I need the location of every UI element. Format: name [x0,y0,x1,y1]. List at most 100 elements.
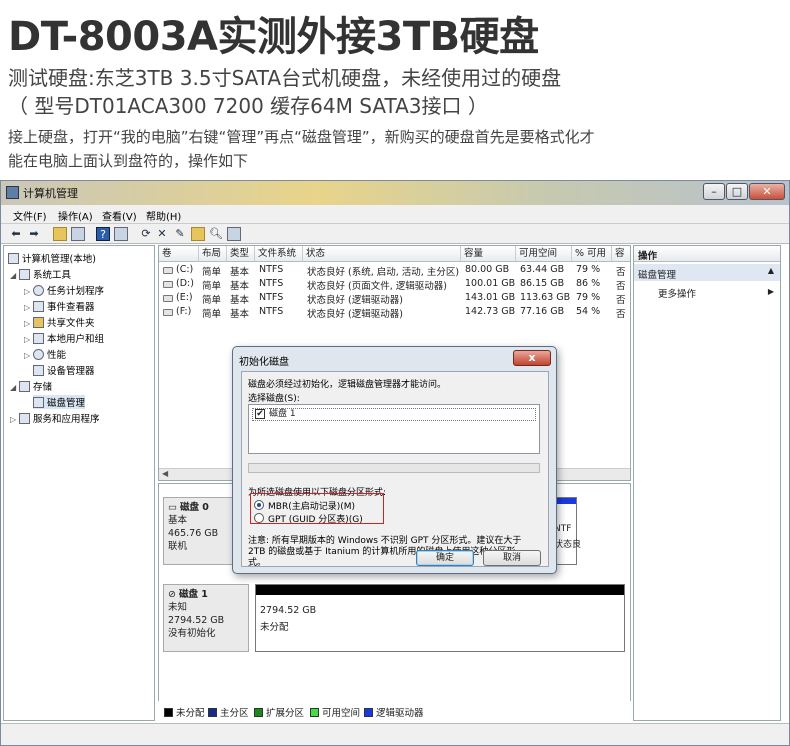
refresh-icon[interactable]: ⟳ [139,227,153,241]
column-header-percent-free[interactable]: % 可用 [572,246,612,262]
ok-button[interactable]: 确定 [416,550,474,566]
open-folder-icon[interactable] [191,227,205,241]
tree-item-task-scheduler[interactable]: ▷ 任务计划程序 [24,283,104,297]
tree-item-device-manager[interactable]: 设备管理器 [33,363,95,377]
event-viewer-icon [33,301,44,312]
computer-management-window: 计算机管理 – □ ✕ 文件(F) 操作(A) 查看(V) 帮助(H) ⬅ ➡ … [0,180,790,746]
volume-icon [163,309,173,316]
column-header-fault-tolerance[interactable]: 容 [612,246,630,262]
dialog-message: 磁盘必须经过初始化，逻辑磁盘管理器才能访问。 [248,380,447,390]
promo-paragraph-line1: 接上硬盘，打开“我的电脑”右键“管理”再点“磁盘管理”，新购买的硬盘首先是要格式… [8,128,595,146]
back-icon[interactable]: ⬅ [9,227,23,241]
promo-paragraph-line2: 能在电脑上面认到盘符的，操作如下 [8,152,249,170]
forward-icon[interactable]: ➡ [27,227,41,241]
toolbar: ⬅ ➡ ? ⟳ ✕ ✎ 🔍︎ [1,224,789,244]
disk1-name: 磁盘 1 [178,589,208,600]
disk-list-scrollbar[interactable] [248,463,540,473]
column-header-volume[interactable]: 卷 [159,246,199,262]
dialog-close-button[interactable]: x [513,350,551,366]
tree-item-disk-management[interactable]: 磁盘管理 [33,395,86,409]
help-icon[interactable]: ? [96,227,110,241]
tree-item-root[interactable]: 计算机管理(本地) [8,251,96,265]
menu-file[interactable]: 文件(F) [13,208,47,223]
legend-item: 逻辑驱动器 [364,705,424,719]
disk1-type: 未知 [168,602,188,613]
actions-section-disk-management[interactable]: 磁盘管理 ▲ [634,264,780,281]
tree-item-shared-folders[interactable]: ▷ 共享文件夹 [24,315,95,329]
more-actions-link[interactable]: 更多操作 [658,286,696,300]
storage-icon [19,381,30,392]
legend-item: 未分配 [164,705,205,719]
gpt-radio[interactable] [254,513,264,523]
disk0-partition-status: 状态良 [554,540,582,550]
scroll-left-icon[interactable]: ◀ [162,469,168,478]
menu-view[interactable]: 查看(V) [102,208,137,223]
minimize-button[interactable]: – [703,183,725,200]
gpt-label[interactable]: GPT (GUID 分区表)(G) [268,512,363,525]
tree-item-event-viewer[interactable]: ▷ 事件查看器 [24,299,95,313]
navigation-tree: 计算机管理(本地) ◢ 系统工具 ▷ 任务计划程序 ▷ 事件查看器 ▷ 共享文件夹 ▷ 本… [3,245,155,721]
column-header-layout[interactable]: 布局 [199,246,227,262]
column-header-status[interactable]: 状态 [303,246,461,262]
disk-select-item[interactable]: ✔ 磁盘 1 [252,408,536,421]
show-hide-tree-icon[interactable] [71,227,85,241]
shared-folder-icon [33,317,44,328]
delete-icon[interactable]: ✕ [155,227,169,241]
disk-uninitialized-icon: ⊘ [168,589,179,600]
disk1-checkbox[interactable]: ✔ [255,409,265,419]
column-header-filesystem[interactable]: 文件系统 [255,246,303,262]
disk1-label[interactable]: ⊘ 磁盘 1 未知 2794.52 GB 没有初始化 [163,584,249,652]
legend-item: 可用空间 [310,705,360,719]
close-button[interactable]: ✕ [749,183,785,200]
promo-subtitle-line2: （ 型号DT01ACA300 7200 缓存64M SATA3接口 ） [8,94,488,118]
clock-icon [33,285,44,296]
disk-icon: ▭ [168,502,180,513]
status-bar [1,723,789,745]
column-header-type[interactable]: 类型 [227,246,255,262]
rename-icon[interactable]: ✎ [173,227,187,241]
dialog-note-line2: 2TB 的磁盘或基于 Itanium 的计算机所用的磁盘上使用这种分区形 [248,547,516,557]
volume-icon [163,281,173,288]
legend: 未分配 主分区 扩展分区 可用空间 逻辑驱动器 [158,701,631,721]
disk1-size: 2794.52 GB [168,615,225,626]
menu-action[interactable]: 操作(A) [58,208,93,223]
services-icon [19,413,30,424]
tree-item-storage[interactable]: ◢ 存储 [10,379,52,393]
window-title: 计算机管理 [23,187,78,200]
mbr-radio[interactable] [254,500,264,510]
tree-item-local-users[interactable]: ▷ 本地用户和组 [24,331,104,345]
chevron-right-icon[interactable]: ▶ [768,287,774,296]
tree-item-services[interactable]: ▷ 服务和应用程序 [10,411,100,425]
window-titlebar[interactable]: 计算机管理 – □ ✕ [1,181,789,205]
cancel-button[interactable]: 取消 [483,550,541,566]
computer-management-icon [6,186,19,199]
device-manager-icon [33,365,44,376]
dialog-title: 初始化磁盘 [239,357,289,368]
up-folder-icon[interactable] [53,227,67,241]
initialize-disk-dialog: 初始化磁盘 x 磁盘必须经过初始化，逻辑磁盘管理器才能访问。 选择磁盘(S): … [232,346,557,574]
disk-management-icon [33,397,44,408]
disk1-unallocated-region[interactable]: 2794.52 GB 未分配 [255,584,625,652]
disk0-name: 磁盘 0 [180,502,209,513]
maximize-button[interactable]: □ [726,183,748,200]
properties-icon[interactable] [114,227,128,241]
dialog-note-line3: 式。 [248,558,267,568]
users-icon [33,333,44,344]
performance-icon [33,349,44,360]
promo-subtitle-line1: 测试硬盘:东芝3TB 3.5寸SATA台式机硬盘，未经使用过的硬盘 [8,66,562,90]
menu-help[interactable]: 帮助(H) [146,208,181,223]
legend-item: 扩展分区 [254,705,304,719]
disk1-status: 没有初始化 [168,628,216,639]
select-disk-label: 选择磁盘(S): [248,394,300,404]
disk-settings-icon[interactable] [227,227,241,241]
disk1-region-size: 2794.52 GB [260,605,317,616]
collapse-up-icon[interactable]: ▲ [768,266,774,275]
tree-item-system-tools[interactable]: ◢ 系统工具 [10,267,71,281]
tree-item-performance[interactable]: ▷ 性能 [24,347,66,361]
actions-pane: 操作 磁盘管理 ▲ 更多操作 ▶ [633,245,781,721]
search-icon[interactable]: 🔍︎ [209,227,223,241]
mbr-label[interactable]: MBR(主启动记录)(M) [268,499,355,512]
column-header-free-space[interactable]: 可用空间 [516,246,572,262]
disk1-region-status: 未分配 [260,622,289,633]
column-header-capacity[interactable]: 容量 [461,246,516,262]
